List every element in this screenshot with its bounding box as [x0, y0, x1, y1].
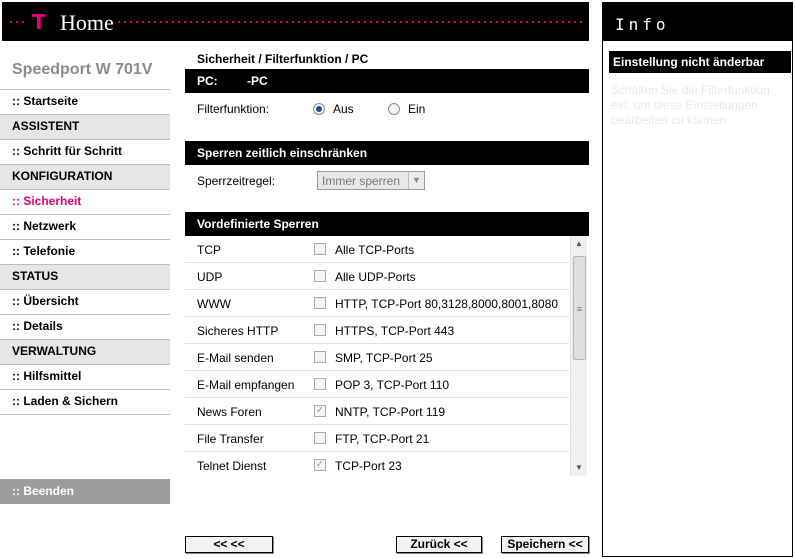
sidebar-item-netzwerk[interactable]: :: Netzwerk [0, 214, 170, 239]
sidebar-item-hilfsmittel[interactable]: :: Hilfsmittel [0, 364, 170, 389]
block-row-ftp: File Transfer FTP, TCP-Port 21 [185, 425, 569, 452]
block-checkbox-pop3[interactable] [314, 378, 326, 390]
block-label: Telnet Dienst [197, 459, 267, 473]
chevron-down-icon: ▼ [408, 172, 424, 189]
block-checkbox-https[interactable] [314, 324, 326, 336]
info-panel: Info Einstellung nicht änderbar Schalten… [602, 2, 793, 557]
filter-radio-aus[interactable] [313, 103, 325, 115]
filter-label: Filterfunktion: [197, 102, 270, 116]
scroll-down-icon[interactable]: ▼ [571, 460, 587, 476]
sidebar-item-laden-sichern[interactable]: :: Laden & Sichern [0, 389, 170, 414]
block-desc: FTP, TCP-Port 21 [335, 432, 430, 446]
back-back-button[interactable]: << << [185, 536, 273, 553]
block-row-smtp: E-Mail senden SMP, TCP-Port 25 [185, 344, 569, 371]
logout-button[interactable]: :: Beenden [0, 479, 170, 504]
block-label: E-Mail empfangen [197, 378, 295, 392]
info-title: Info [603, 3, 792, 41]
time-rule-value: Immer sperren [322, 174, 401, 188]
block-desc: TCP-Port 23 [335, 459, 402, 473]
info-heading: Einstellung nicht änderbar [609, 51, 791, 73]
sidebar-divider [0, 414, 170, 415]
home-link[interactable]: Home [60, 10, 114, 36]
sidebar-item-details[interactable]: :: Details [0, 314, 170, 339]
block-label: UDP [197, 270, 223, 284]
sidebar-item-startseite[interactable]: :: Startseite [0, 89, 170, 114]
top-header: T Home [2, 2, 589, 41]
pc-bar: PC: -PC [185, 69, 589, 93]
block-row-nntp: News Foren ✓ NNTP, TCP-Port 119 [185, 398, 569, 425]
sidebar-item-telefonie[interactable]: :: Telefonie [0, 239, 170, 264]
block-row-telnet: Telnet Dienst ✓ TCP-Port 23 [185, 452, 569, 476]
time-section-title: Sperren zeitlich einschränken [185, 141, 589, 165]
block-row-https: Sicheres HTTP HTTPS, TCP-Port 443 [185, 317, 569, 344]
zurueck-button[interactable]: Zurück << [396, 536, 482, 553]
block-checkbox-nntp[interactable]: ✓ [314, 405, 326, 417]
pc-name: -PC [247, 74, 268, 88]
sidebar-section-status: STATUS [0, 264, 170, 289]
sidebar-section-assistent: ASSISTENT [0, 114, 170, 139]
sidebar-section-konfiguration: KONFIGURATION [0, 164, 170, 189]
block-desc: POP 3, TCP-Port 110 [335, 378, 450, 392]
scrollbar-thumb[interactable]: ≡ [573, 256, 586, 360]
filter-radio-aus-label[interactable]: Aus [333, 102, 354, 116]
block-label: File Transfer [197, 432, 264, 446]
telekom-logo: T [32, 10, 46, 34]
block-checkbox-smtp[interactable] [314, 351, 326, 363]
block-row-www: WWW HTTP, TCP-Port 80,3128,8000,8001,808… [185, 290, 569, 317]
blocks-section-title: Vordefinierte Sperren [185, 212, 589, 236]
time-rule-select[interactable]: Immer sperren ▼ [317, 171, 425, 190]
sidebar-section-verwaltung: VERWALTUNG [0, 339, 170, 364]
block-label: TCP [197, 243, 221, 257]
time-rule-label: Sperrzeitregel: [197, 174, 276, 188]
block-checkbox-udp[interactable] [314, 270, 326, 282]
pc-bar-label: PC: [197, 74, 218, 88]
block-desc: HTTPS, TCP-Port 443 [335, 324, 455, 338]
block-row-pop3: E-Mail empfangen POP 3, TCP-Port 110 [185, 371, 569, 398]
block-row-udp: UDP Alle UDP-Ports [185, 263, 569, 290]
sidebar-item-sicherheit[interactable]: :: Sicherheit [0, 189, 170, 214]
header-dots-right [116, 21, 586, 23]
filter-radio-ein-label[interactable]: Ein [408, 102, 425, 116]
block-desc: SMP, TCP-Port 25 [335, 351, 433, 365]
sidebar-nav: :: Startseite ASSISTENT :: Schritt für S… [0, 89, 170, 415]
block-checkbox-tcp[interactable] [314, 243, 326, 255]
block-label: News Foren [197, 405, 262, 419]
block-label: WWW [197, 297, 231, 311]
scroll-up-icon[interactable]: ▲ [571, 236, 587, 252]
speichern-button[interactable]: Speichern << [501, 536, 589, 553]
block-checkbox-www[interactable] [314, 297, 326, 309]
block-desc: HTTP, TCP-Port 80,3128,8000,8001,8080 [335, 297, 559, 311]
header-dots-left [8, 21, 28, 23]
block-label: E-Mail senden [197, 351, 274, 365]
sidebar-item-schritt-fuer-schritt[interactable]: :: Schritt für Schritt [0, 139, 170, 164]
filter-radio-ein[interactable] [388, 103, 400, 115]
block-desc: NNTP, TCP-Port 119 [335, 405, 446, 419]
sidebar-item-uebersicht[interactable]: :: Übersicht [0, 289, 170, 314]
info-text: Schalten Sie die Filterfunktion ein, um … [611, 83, 770, 127]
block-row-tcp: TCP Alle TCP-Ports [185, 236, 569, 263]
product-name: Speedport W 701V [12, 61, 153, 78]
block-checkbox-telnet[interactable]: ✓ [314, 459, 326, 471]
block-desc: Alle UDP-Ports [335, 270, 416, 284]
block-desc: Alle TCP-Ports [335, 243, 415, 257]
blocks-scrollbar[interactable]: ▲ ≡ ▼ [570, 236, 587, 476]
breadcrumb: Sicherheit / Filterfunktion / PC [197, 52, 369, 66]
block-label: Sicheres HTTP [197, 324, 279, 338]
blocks-list[interactable]: TCP Alle TCP-Ports UDP Alle UDP-Ports WW… [185, 236, 589, 476]
block-checkbox-ftp[interactable] [314, 432, 326, 444]
